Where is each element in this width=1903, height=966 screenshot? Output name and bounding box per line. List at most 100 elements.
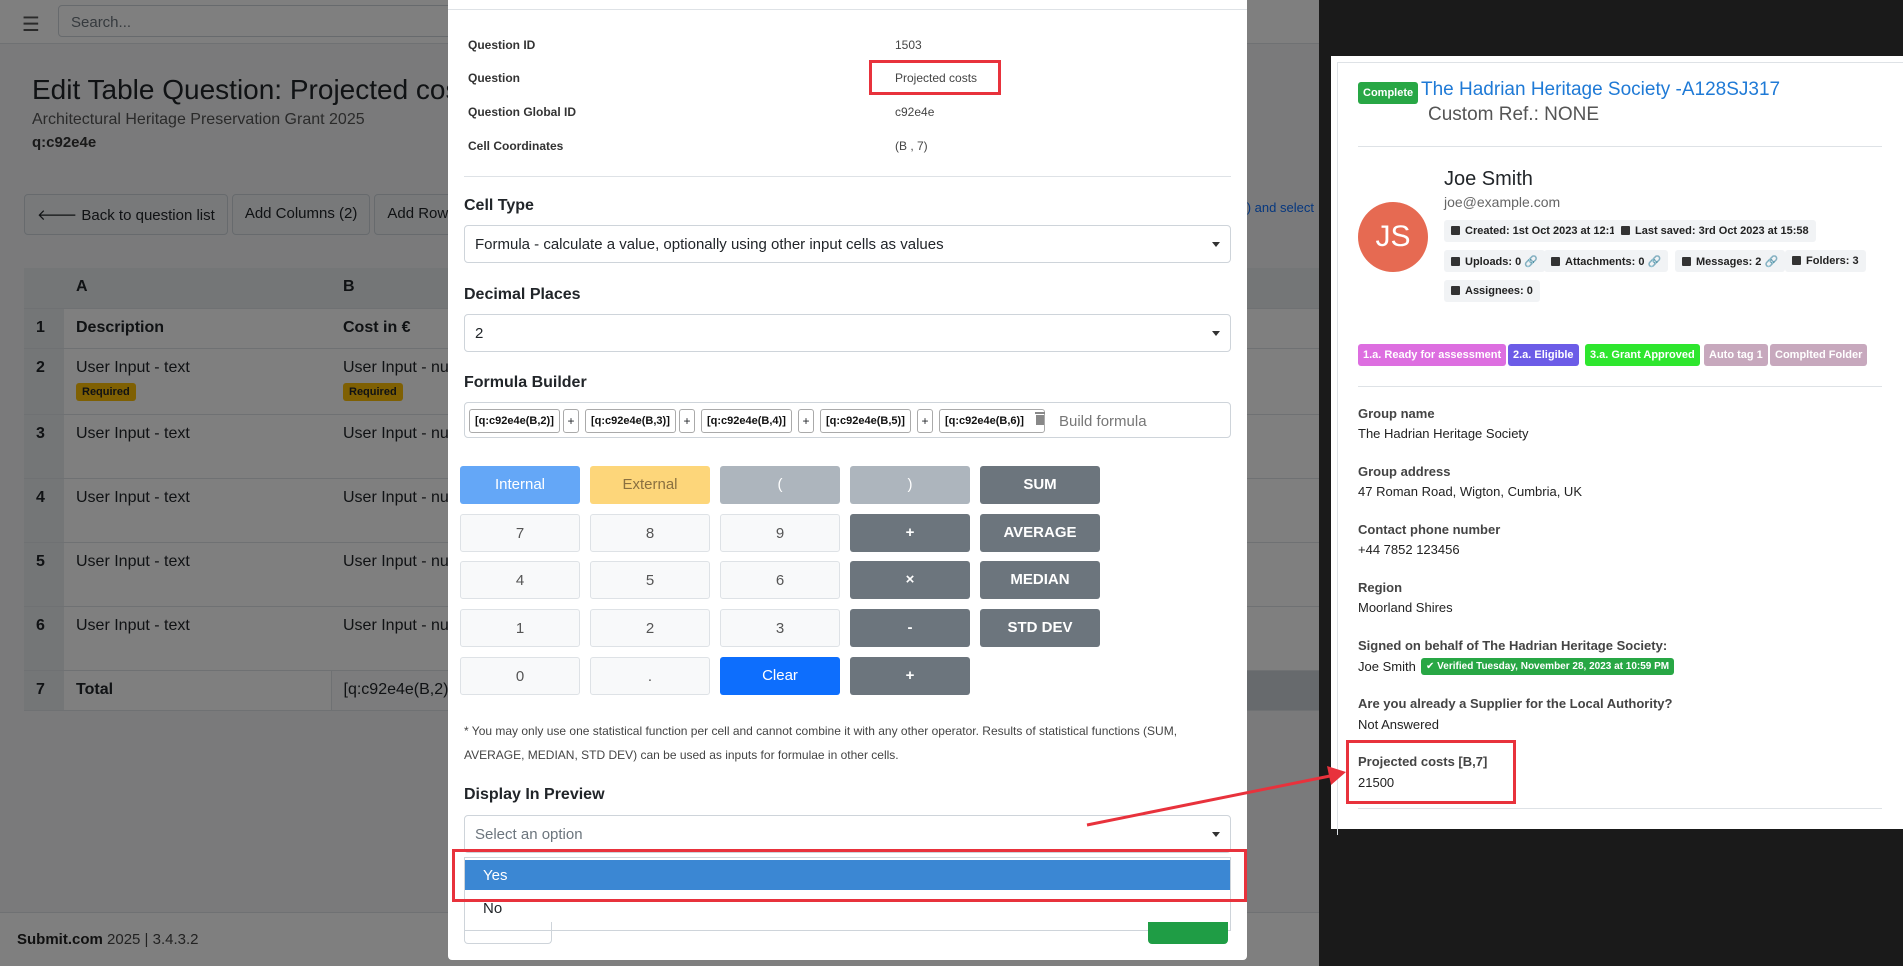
link-icon: 🔗	[1647, 256, 1662, 268]
modal-header-divider	[448, 9, 1247, 10]
average-button[interactable]: AVERAGE	[980, 514, 1100, 552]
display-in-preview-select[interactable]: Select an option	[464, 815, 1231, 853]
formula-token[interactable]: [q:c92e4e(B,6)]	[939, 409, 1045, 433]
cell-type-select[interactable]: Formula - calculate a value, optionally …	[464, 225, 1231, 263]
applicant-name: Joe Smith	[1444, 168, 1533, 190]
projected-costs-highlight-box	[1346, 740, 1516, 804]
std-dev-button[interactable]: STD DEV	[980, 609, 1100, 647]
cell-coordinates-label: Cell Coordinates	[468, 139, 564, 153]
formula-operator[interactable]: +	[798, 409, 814, 433]
key-3-button[interactable]: 3	[720, 609, 840, 647]
created-pill: Created: 1st Oct 2023 at 12:12	[1444, 220, 1629, 242]
close-paren-button[interactable]: )	[850, 466, 970, 504]
submission-title-link[interactable]: The Hadrian Heritage Society -A128SJ317	[1421, 79, 1780, 101]
key-8-button[interactable]: 8	[590, 514, 710, 552]
minus-button[interactable]: -	[850, 609, 970, 647]
divider	[1358, 386, 1882, 387]
contact-phone-value: +44 7852 123456	[1358, 542, 1460, 557]
caret-down-icon	[1212, 242, 1220, 247]
divider	[464, 176, 1231, 177]
cell-type-label: Cell Type	[464, 197, 534, 214]
key-7-button[interactable]: 7	[460, 514, 580, 552]
divider	[1358, 146, 1882, 147]
formula-operator[interactable]: +	[563, 409, 579, 433]
decimal-places-value: 2	[475, 325, 484, 342]
uploads-text: Uploads: 0	[1465, 256, 1522, 268]
formula-token[interactable]: [q:c92e4e(B,2)]	[469, 409, 560, 433]
formula-token[interactable]: [q:c92e4e(B,5)]	[820, 409, 911, 433]
messages-pill[interactable]: Messages: 2 🔗	[1675, 250, 1786, 272]
formula-builder-input[interactable]: [q:c92e4e(B,2)] + [q:c92e4e(B,3)] + [q:c…	[464, 402, 1231, 438]
contact-phone-label: Contact phone number	[1358, 522, 1501, 537]
link-icon: 🔗	[1524, 256, 1538, 268]
decimal-point-button[interactable]: .	[590, 657, 710, 695]
folder-icon	[1792, 256, 1801, 265]
external-button[interactable]: External	[590, 466, 710, 504]
tag-completed-folder: Complted Folder	[1770, 344, 1868, 366]
trash-icon[interactable]	[1035, 411, 1045, 425]
supplier-question-value: Not Answered	[1358, 717, 1439, 732]
key-1-button[interactable]: 1	[460, 609, 580, 647]
divider	[1358, 808, 1882, 809]
file-icon	[1551, 257, 1560, 266]
cell-coordinates-value: (B , 7)	[895, 139, 928, 153]
statistical-function-note: * You may only use one statistical funct…	[464, 724, 1178, 762]
formula-token[interactable]: [q:c92e4e(B,4)]	[701, 409, 792, 433]
clock-icon	[1451, 226, 1460, 235]
uploads-pill[interactable]: Uploads: 0 🔗	[1444, 250, 1545, 272]
key-0-button[interactable]: 0	[460, 657, 580, 695]
user-icon	[1451, 286, 1460, 295]
decimal-places-label: Decimal Places	[464, 286, 581, 303]
submission-preview-panel: Complete The Hadrian Heritage Society -A…	[1331, 56, 1903, 835]
decimal-places-select[interactable]: 2	[464, 314, 1231, 352]
group-address-label: Group address	[1358, 464, 1451, 479]
yes-option-highlight-box	[452, 849, 1247, 902]
verified-badge: ✔ Verified Tuesday, November 28, 2023 at…	[1421, 658, 1675, 675]
internal-button[interactable]: Internal	[460, 466, 580, 504]
group-address-value: 47 Roman Road, Wigton, Cumbria, UK	[1358, 484, 1582, 499]
key-4-button[interactable]: 4	[460, 561, 580, 599]
folders-text: Folders: 3	[1806, 255, 1859, 267]
median-button[interactable]: MEDIAN	[980, 561, 1100, 599]
clear-button[interactable]: Clear	[720, 657, 840, 695]
caret-down-icon	[1212, 331, 1220, 336]
save-button[interactable]	[1148, 922, 1228, 944]
formula-operator[interactable]: +	[917, 409, 933, 433]
supplier-question-label: Are you already a Supplier for the Local…	[1358, 696, 1673, 711]
cancel-button[interactable]	[464, 922, 552, 944]
plus-button-2[interactable]: +	[850, 657, 970, 695]
option-no[interactable]: No	[483, 900, 502, 917]
key-6-button[interactable]: 6	[720, 561, 840, 599]
caret-down-icon	[1212, 832, 1220, 837]
status-badge: Complete	[1358, 82, 1419, 104]
cell-type-value: Formula - calculate a value, optionally …	[475, 236, 944, 253]
open-paren-button[interactable]: (	[720, 466, 840, 504]
question-highlight-box	[869, 60, 1001, 95]
plus-button[interactable]: +	[850, 514, 970, 552]
signed-on-behalf-label: Signed on behalf of The Hadrian Heritage…	[1358, 638, 1668, 653]
folders-pill: Folders: 3	[1785, 250, 1866, 272]
key-2-button[interactable]: 2	[590, 609, 710, 647]
attachments-pill[interactable]: Attachments: 0 🔗	[1544, 250, 1669, 272]
applicant-email: joe@example.com	[1444, 194, 1561, 210]
region-value: Moorland Shires	[1358, 600, 1453, 615]
file-icon	[1451, 257, 1460, 266]
tag-auto-tag-1: Auto tag 1	[1704, 344, 1768, 366]
link-icon: 🔗	[1764, 256, 1779, 268]
formula-operator[interactable]: +	[679, 409, 695, 433]
display-in-preview-label: Display In Preview	[464, 786, 605, 803]
sum-button[interactable]: SUM	[980, 466, 1100, 504]
check-icon: ✔	[1426, 661, 1438, 672]
tag-ready-for-assessment: 1.a. Ready for assessment	[1358, 344, 1507, 366]
display-placeholder: Select an option	[475, 826, 583, 843]
key-9-button[interactable]: 9	[720, 514, 840, 552]
global-id-label: Question Global ID	[468, 105, 577, 119]
key-5-button[interactable]: 5	[590, 561, 710, 599]
build-formula-placeholder[interactable]: Build formula	[1059, 413, 1147, 430]
avatar: JS	[1358, 202, 1428, 272]
multiply-button[interactable]: ×	[850, 561, 970, 599]
formula-token[interactable]: [q:c92e4e(B,3)]	[585, 409, 676, 433]
question-id-value: 1503	[895, 38, 922, 52]
created-text: Created: 1st Oct 2023 at 12:12	[1465, 225, 1622, 237]
global-id-value: c92e4e	[895, 105, 935, 119]
